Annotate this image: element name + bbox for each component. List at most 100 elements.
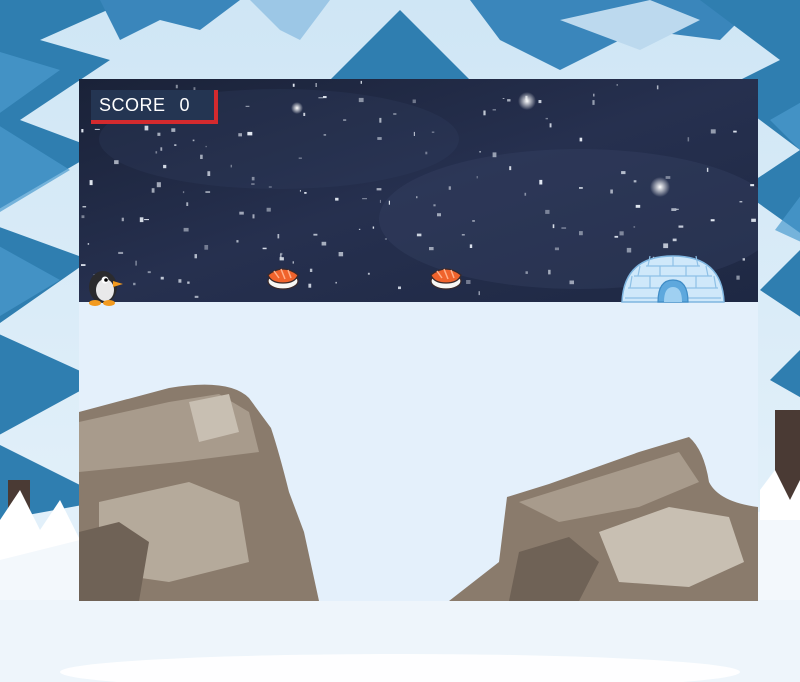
snowflake xyxy=(610,189,613,194)
snowflake xyxy=(733,130,737,133)
snowflake xyxy=(335,197,339,201)
snowflake xyxy=(492,152,497,158)
snowflake xyxy=(279,257,284,261)
snowflake xyxy=(323,134,327,136)
snowflake xyxy=(416,233,422,237)
snowflake xyxy=(552,224,555,229)
snowflake xyxy=(362,198,367,200)
snowflake xyxy=(633,226,636,228)
snowflake xyxy=(376,188,382,191)
snowflake xyxy=(121,217,124,222)
snowflake xyxy=(160,147,163,151)
snowflake xyxy=(437,213,441,217)
snowflake xyxy=(626,247,632,253)
snowflake xyxy=(87,243,90,245)
snowflake xyxy=(671,208,677,211)
snowflake xyxy=(750,184,755,187)
snowflake xyxy=(398,286,401,290)
snowflake xyxy=(303,112,306,116)
snowflake xyxy=(579,187,583,189)
snowflake xyxy=(308,283,312,288)
snowflake xyxy=(139,217,144,223)
snowflake xyxy=(525,271,528,274)
sushi-pickup[interactable] xyxy=(265,261,301,291)
snowflake xyxy=(593,93,595,97)
snowflake xyxy=(157,132,161,136)
snowflake xyxy=(230,164,232,168)
snowflake xyxy=(268,186,272,188)
snowflake xyxy=(710,129,716,134)
snowflake xyxy=(687,137,690,142)
snowflake xyxy=(183,227,189,232)
snowflake xyxy=(388,200,390,205)
snowflake xyxy=(425,151,428,155)
snowflake xyxy=(476,176,478,179)
snowflake xyxy=(118,251,124,254)
snowflake xyxy=(81,215,85,219)
snowflake xyxy=(448,186,451,190)
snowflake xyxy=(665,176,671,179)
snowflake xyxy=(155,151,158,154)
snowflake xyxy=(384,238,387,240)
snowflake xyxy=(194,254,197,259)
snowflake xyxy=(633,180,637,183)
snowflake xyxy=(579,137,583,142)
snowflake xyxy=(292,83,295,87)
snowflake xyxy=(239,211,244,215)
snowflake xyxy=(538,100,542,104)
snowflake xyxy=(742,258,745,261)
snowflake xyxy=(569,280,574,285)
snowflake xyxy=(431,131,435,133)
igloo-goal[interactable] xyxy=(620,254,726,304)
snowflake xyxy=(507,99,511,102)
snowflake xyxy=(163,164,167,169)
snowflake xyxy=(335,281,337,284)
snowflake xyxy=(251,176,255,181)
snowflake xyxy=(144,125,149,131)
score-panel: SCORE 0 xyxy=(91,90,218,124)
snowflake xyxy=(207,171,211,176)
snowflake xyxy=(509,166,512,171)
snowflake xyxy=(94,128,100,130)
snowflake xyxy=(478,291,480,296)
snowflake xyxy=(377,137,382,140)
snowflake xyxy=(205,145,207,148)
snowflake xyxy=(318,97,324,99)
snowflake xyxy=(315,83,317,87)
snowflake xyxy=(461,234,465,236)
snow-ground xyxy=(79,302,758,601)
snowflake xyxy=(247,131,253,136)
snowflake xyxy=(338,252,344,257)
snowflake xyxy=(379,199,381,203)
snowflake xyxy=(706,167,709,172)
snowflake xyxy=(160,276,164,280)
game-canvas[interactable]: SCORE 0 xyxy=(79,79,758,601)
snowflake xyxy=(710,219,715,222)
snowflake xyxy=(304,192,307,194)
snowflake xyxy=(358,97,364,103)
snowflake xyxy=(323,96,327,99)
snowflake xyxy=(182,191,185,194)
snowflake xyxy=(156,182,161,188)
snowflake xyxy=(614,235,619,238)
snowflake xyxy=(393,113,397,115)
snowflake xyxy=(412,99,416,104)
snowflake xyxy=(619,231,624,236)
snowflake xyxy=(678,225,684,228)
snowflake xyxy=(309,268,313,272)
snowflake xyxy=(194,295,199,298)
snowflake xyxy=(187,281,190,284)
snowflake xyxy=(200,154,203,159)
snowflake xyxy=(469,244,473,248)
snowflake xyxy=(175,84,178,89)
snowflake xyxy=(545,117,548,120)
snowflake xyxy=(561,227,567,229)
snowflake xyxy=(502,98,505,99)
penguin-player[interactable] xyxy=(83,267,125,307)
snowflake xyxy=(186,202,189,206)
snowflake xyxy=(114,160,119,165)
snowflake xyxy=(663,243,669,249)
sushi-pickup[interactable] xyxy=(428,261,464,291)
snowflake xyxy=(204,245,209,250)
snowflake xyxy=(266,207,271,212)
